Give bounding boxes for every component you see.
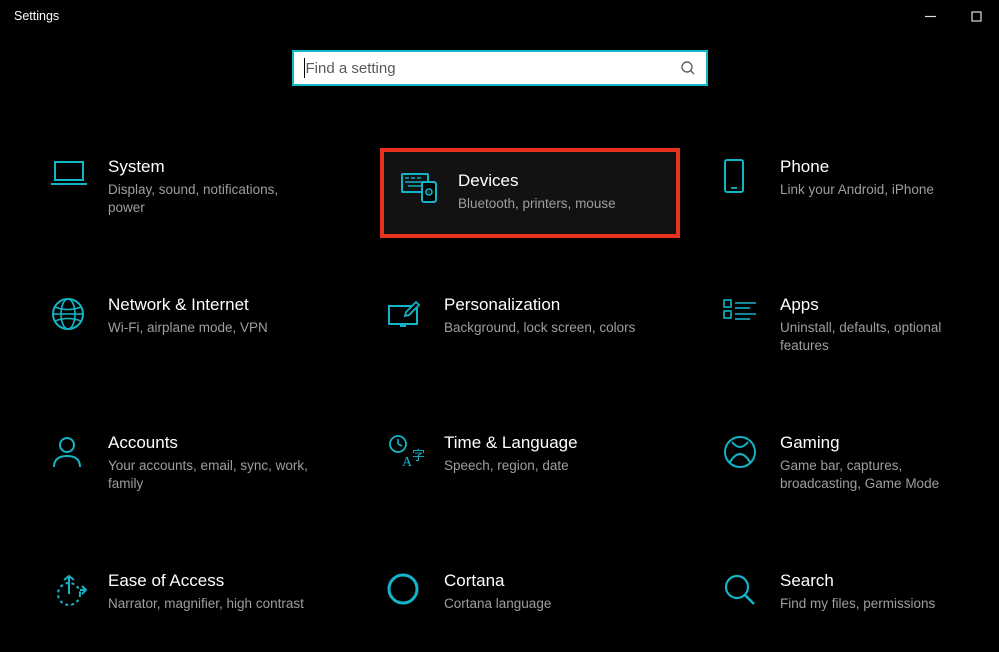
tile-desc: Wi-Fi, airplane mode, VPN xyxy=(108,319,308,337)
tile-title: Cortana xyxy=(444,570,674,595)
minimize-button[interactable] xyxy=(907,0,953,32)
pen-icon xyxy=(386,294,438,330)
tile-title: Time & Language xyxy=(444,432,674,457)
tile-network[interactable]: Network & Internet Wi-Fi, airplane mode,… xyxy=(44,286,344,376)
tile-title: Ease of Access xyxy=(108,570,338,595)
tile-phone[interactable]: Phone Link your Android, iPhone xyxy=(716,148,999,238)
tile-accounts[interactable]: Accounts Your accounts, email, sync, wor… xyxy=(44,424,344,514)
tile-cortana[interactable]: Cortana Cortana language xyxy=(380,562,680,652)
tile-title: Devices xyxy=(458,170,670,195)
tile-desc: Narrator, magnifier, high contrast xyxy=(108,595,308,613)
tile-desc: Cortana language xyxy=(444,595,644,613)
cortana-icon xyxy=(386,570,438,606)
tile-personalization[interactable]: Personalization Background, lock screen,… xyxy=(380,286,680,376)
person-icon xyxy=(50,432,102,470)
tile-devices[interactable]: Devices Bluetooth, printers, mouse xyxy=(380,148,680,238)
window-controls xyxy=(907,0,999,32)
tile-system[interactable]: System Display, sound, notifications, po… xyxy=(44,148,344,238)
svg-text:字: 字 xyxy=(412,448,425,463)
magnifier-icon xyxy=(722,570,774,608)
tile-title: Gaming xyxy=(780,432,999,457)
xbox-icon xyxy=(722,432,774,470)
laptop-icon xyxy=(50,156,102,190)
search-box[interactable] xyxy=(292,50,708,86)
window-title: Settings xyxy=(14,9,59,23)
apps-icon xyxy=(722,294,774,328)
tile-gaming[interactable]: Gaming Game bar, captures, broadcasting,… xyxy=(716,424,999,514)
maximize-button[interactable] xyxy=(953,0,999,32)
search-icon xyxy=(680,60,696,76)
tile-desc: Speech, region, date xyxy=(444,457,644,475)
settings-grid: System Display, sound, notifications, po… xyxy=(0,86,999,652)
tile-time-language[interactable]: A 字 Time & Language Speech, region, date xyxy=(380,424,680,514)
tile-desc: Uninstall, defaults, optional features xyxy=(780,319,980,355)
time-language-icon: A 字 xyxy=(386,432,438,470)
tile-desc: Bluetooth, printers, mouse xyxy=(458,195,658,213)
search-area xyxy=(0,32,999,86)
globe-icon xyxy=(50,294,102,332)
tile-search[interactable]: Search Find my files, permissions xyxy=(716,562,999,652)
tile-desc: Display, sound, notifications, power xyxy=(108,181,308,217)
tile-desc: Background, lock screen, colors xyxy=(444,319,644,337)
tile-title: Apps xyxy=(780,294,999,319)
phone-icon xyxy=(722,156,774,194)
tile-title: Personalization xyxy=(444,294,674,319)
titlebar: Settings xyxy=(0,0,999,32)
ease-of-access-icon xyxy=(50,570,102,608)
tile-title: Network & Internet xyxy=(108,294,338,319)
tile-desc: Link your Android, iPhone xyxy=(780,181,980,199)
tile-title: Accounts xyxy=(108,432,338,457)
tile-apps[interactable]: Apps Uninstall, defaults, optional featu… xyxy=(716,286,999,376)
tile-title: Search xyxy=(780,570,999,595)
devices-icon xyxy=(400,170,452,206)
text-caret xyxy=(304,58,305,78)
tile-title: Phone xyxy=(780,156,999,181)
tile-title: System xyxy=(108,156,338,181)
tile-desc: Game bar, captures, broadcasting, Game M… xyxy=(780,457,980,493)
tile-desc: Your accounts, email, sync, work, family xyxy=(108,457,308,493)
tile-ease-of-access[interactable]: Ease of Access Narrator, magnifier, high… xyxy=(44,562,344,652)
search-input[interactable] xyxy=(306,60,680,77)
tile-desc: Find my files, permissions xyxy=(780,595,980,613)
